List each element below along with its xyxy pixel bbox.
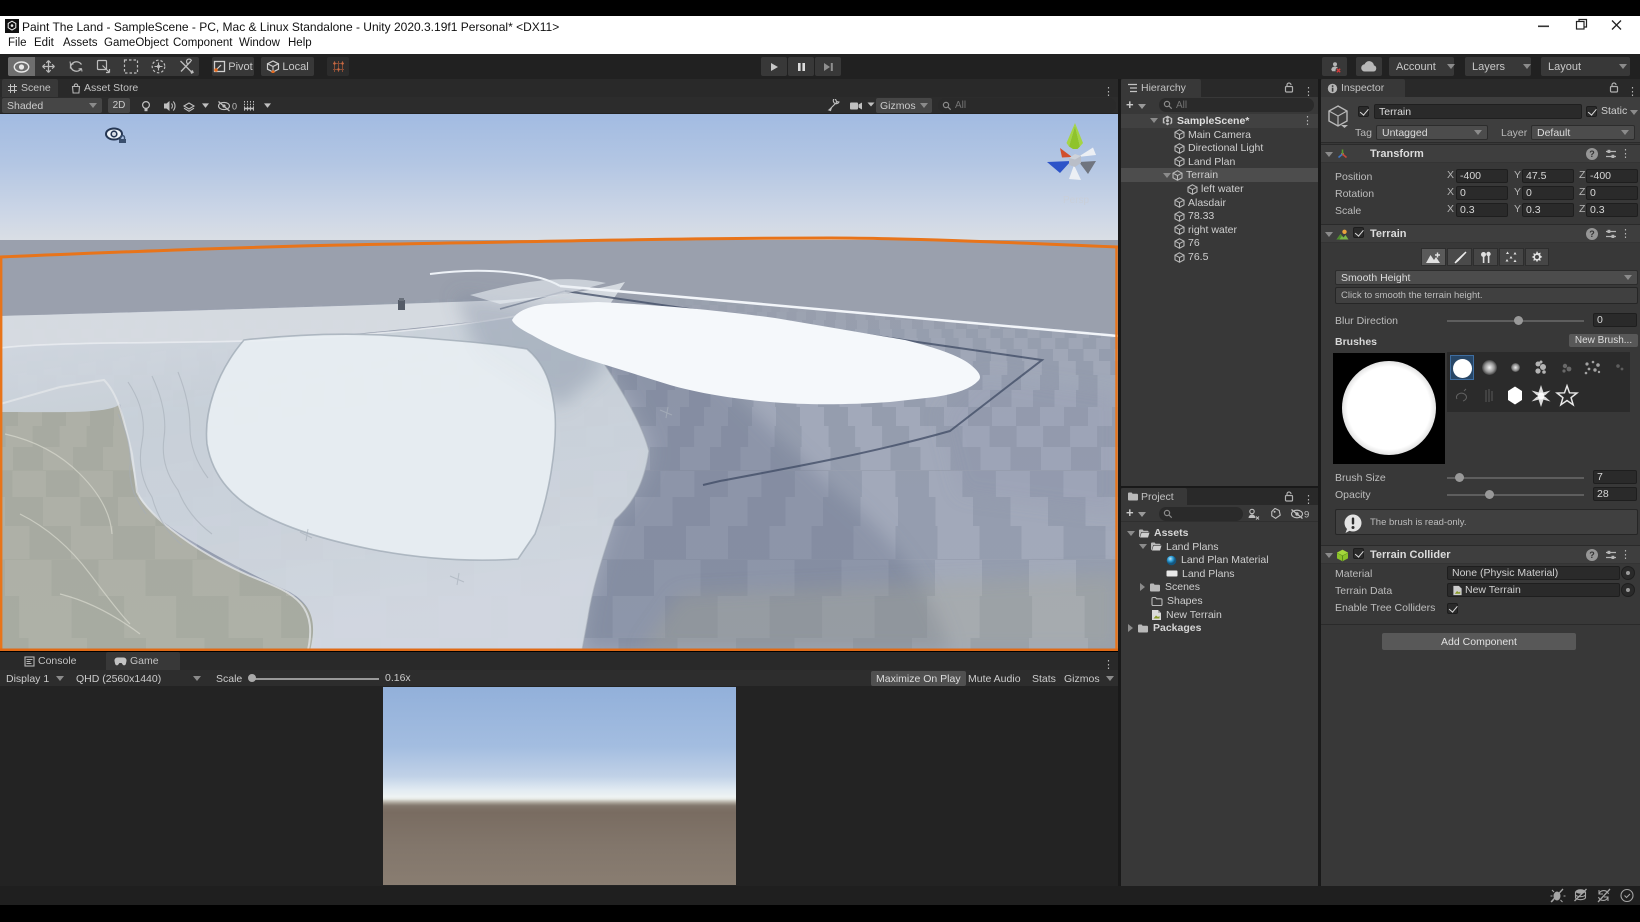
svg-text:Persp: Persp	[1063, 195, 1090, 206]
svg-text:9: 9	[1304, 510, 1309, 521]
svg-text:0: 0	[232, 102, 237, 112]
